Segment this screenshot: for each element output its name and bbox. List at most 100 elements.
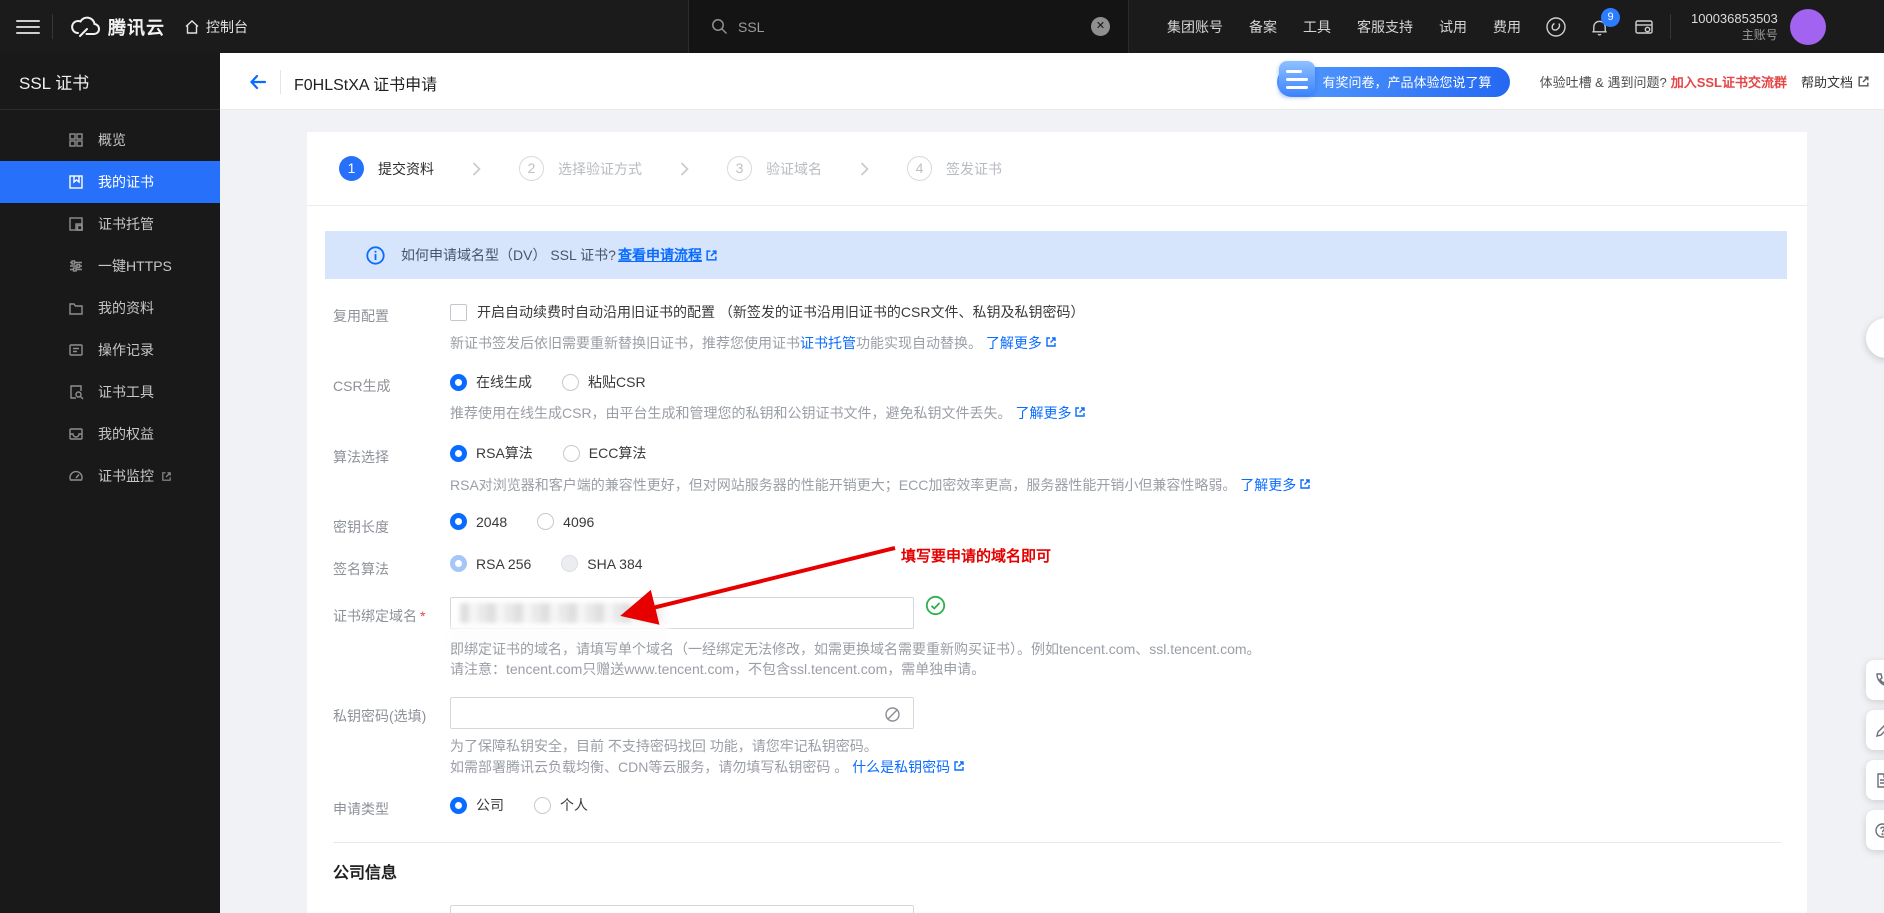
company-name-input-partial[interactable] — [450, 905, 914, 913]
step-number: 1 — [339, 156, 364, 181]
sidebar-item-my-certificates[interactable]: 我的证书 — [0, 161, 220, 203]
nav-item-group-account[interactable]: 集团账号 — [1167, 17, 1223, 37]
radio-online-generate[interactable]: 在线生成 — [450, 372, 532, 392]
external-link-icon — [1045, 335, 1057, 351]
rail-question-button[interactable] — [1866, 810, 1884, 850]
info-icon — [366, 245, 385, 265]
radio-4096[interactable]: 4096 — [537, 513, 594, 530]
tencent-cloud-logo[interactable]: 腾讯云 — [70, 0, 165, 53]
radio-unselected-icon — [534, 796, 551, 814]
private-key-password-label: 私钥密码(选填) — [333, 708, 427, 724]
rail-doc-button[interactable] — [1866, 760, 1884, 800]
apply-type-control: 公司 个人 — [450, 795, 618, 815]
global-search[interactable]: ✕ — [688, 0, 1129, 53]
nav-item-support[interactable]: 客服支持 — [1357, 17, 1413, 37]
sidebar-item-my-profile[interactable]: 我的资料 — [0, 287, 220, 329]
divider — [52, 14, 53, 39]
reuse-config-note: 新证书签发后依旧需要重新替换旧证书，推荐您使用证书证书托管功能实现自动替换。 了… — [450, 333, 1057, 353]
certificate-hosting-link[interactable]: 证书托管 — [800, 335, 856, 351]
help-doc-link[interactable]: 帮助文档 — [1801, 72, 1870, 91]
page-title: F0HLStXA 证书申请 — [294, 77, 438, 94]
search-input[interactable] — [738, 18, 1038, 35]
sidebar-item-label: 操作记录 — [98, 342, 154, 358]
logo-text: 腾讯云 — [108, 17, 165, 38]
csr-generation-label: CSR生成 — [333, 378, 391, 394]
search-icon — [711, 18, 728, 35]
learn-more-link[interactable]: 了解更多 — [1015, 405, 1071, 421]
divider — [280, 70, 281, 94]
sidebar-title: SSL 证书 — [0, 53, 220, 110]
divider — [333, 842, 1781, 843]
view-apply-flow-link[interactable]: 查看申请流程 — [618, 245, 702, 265]
one-click-https-icon — [68, 258, 84, 274]
radio-company[interactable]: 公司 — [450, 795, 504, 815]
console-settings-icon[interactable] — [1633, 16, 1655, 38]
sidebar-item-label: 证书监控 — [98, 468, 154, 484]
radio-disabled-icon — [561, 555, 579, 572]
apply-type-label: 申请类型 — [333, 801, 389, 817]
sidebar-item-operation-log[interactable]: 操作记录 — [0, 329, 220, 371]
avatar[interactable] — [1789, 8, 1826, 45]
external-link-icon — [953, 759, 965, 775]
sidebar-item-my-benefits[interactable]: 我的权益 — [0, 413, 220, 455]
back-button[interactable] — [246, 70, 270, 94]
sidebar-item-certificate-hosting[interactable]: 证书托管 — [0, 203, 220, 245]
external-link-icon — [161, 471, 172, 482]
clear-search-icon[interactable]: ✕ — [1091, 17, 1110, 36]
radio-rsa-algorithm[interactable]: RSA算法 — [450, 443, 533, 463]
join-ssl-group-link[interactable]: 加入SSL证书交流群 — [1671, 72, 1787, 91]
private-key-password-input[interactable] — [450, 697, 914, 729]
domain-input[interactable] — [450, 597, 914, 629]
survey-button[interactable]: 有奖问卷，产品体验您说了算 — [1276, 60, 1510, 97]
annotation-text: 填写要申请的域名即可 — [901, 548, 1052, 565]
eye-off-icon[interactable] — [884, 706, 901, 723]
sidebar-item-one-click-https[interactable]: 一键HTTPS — [0, 245, 220, 287]
radio-ecc-algorithm[interactable]: ECC算法 — [562, 443, 646, 463]
csr-generation-control: 在线生成 粘贴CSR — [450, 372, 676, 392]
nav-item-icp[interactable]: 备案 — [1249, 17, 1277, 37]
key-length-control: 2048 4096 — [450, 513, 624, 530]
account-info[interactable]: 100036853503 主账号 — [1691, 10, 1778, 44]
rail-contact-button[interactable] — [1866, 660, 1884, 700]
radio-paste-csr[interactable]: 粘贴CSR — [562, 372, 646, 392]
reuse-config-control: 开启自动续费时自动沿用旧证书的配置 （新签发的证书沿用旧证书的CSR文件、私钥及… — [450, 302, 1084, 322]
password-note-1: 为了保障私钥安全，目前 不支持密码找回 功能，请您牢记私钥密码。 — [450, 738, 878, 754]
console-label: 控制台 — [206, 18, 248, 35]
survey-button-label: 有奖问卷，产品体验您说了算 — [1322, 75, 1492, 90]
step-number: 3 — [727, 156, 752, 181]
step-choose-verification: 2 选择验证方式 — [519, 156, 642, 181]
step-submit-info: 1 提交资料 — [339, 156, 434, 181]
rail-feedback-button[interactable] — [1866, 710, 1884, 750]
notification-bell-icon[interactable]: 9 — [1589, 7, 1620, 38]
learn-more-link[interactable]: 了解更多 — [986, 335, 1042, 351]
voice-assistant-icon[interactable] — [1545, 16, 1567, 38]
divider — [307, 205, 1807, 206]
radio-rsa-256[interactable]: RSA 256 — [450, 555, 531, 572]
radio-selected-icon — [450, 373, 467, 391]
radio-selected-icon — [450, 444, 467, 462]
what-is-private-key-password-link[interactable]: 什么是私钥密码 — [852, 759, 950, 775]
reuse-config-checkbox[interactable] — [450, 303, 467, 321]
sidebar-item-overview[interactable]: 概览 — [0, 119, 220, 161]
radio-sha-384[interactable]: SHA 384 — [561, 555, 643, 572]
cloud-logo-icon — [70, 16, 100, 38]
external-link-icon — [1074, 405, 1086, 421]
console-link[interactable]: 控制台 — [184, 0, 248, 53]
radio-personal[interactable]: 个人 — [534, 795, 588, 815]
sign-algorithm-control: RSA 256 SHA 384 — [450, 555, 673, 572]
valid-check-icon — [925, 595, 946, 616]
learn-more-link[interactable]: 了解更多 — [1240, 477, 1296, 493]
sidebar-item-certificate-monitor[interactable]: 证书监控 — [0, 455, 220, 497]
sidebar-item-certificate-tools[interactable]: 证书工具 — [0, 371, 220, 413]
nav-item-billing[interactable]: 费用 — [1493, 17, 1521, 37]
floating-assistant-button[interactable] — [1866, 318, 1884, 358]
account-type: 主账号 — [1741, 28, 1778, 43]
step-label: 提交资料 — [378, 160, 434, 177]
radio-2048[interactable]: 2048 — [450, 513, 507, 530]
hamburger-menu-icon[interactable] — [16, 16, 40, 36]
nav-item-tools[interactable]: 工具 — [1303, 17, 1331, 37]
domain-note-1: 即绑定证书的域名，请填写单个域名（一经绑定无法修改，如需更换域名需要重新购买证书… — [450, 641, 1261, 657]
my-benefits-icon — [68, 426, 84, 442]
step-number: 2 — [519, 156, 544, 181]
nav-item-trial[interactable]: 试用 — [1439, 17, 1467, 37]
